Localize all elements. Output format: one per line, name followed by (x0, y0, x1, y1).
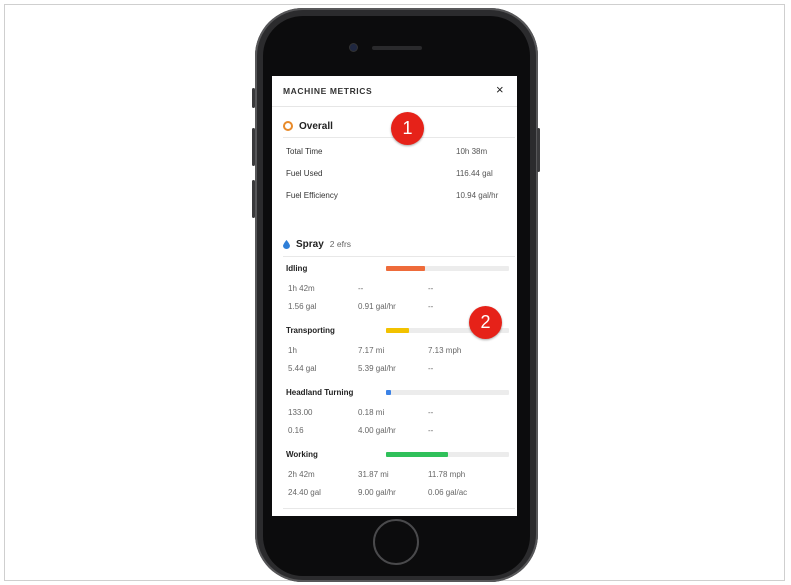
divider (283, 256, 515, 257)
metric-cell: 24.40 gal (288, 488, 321, 497)
divider (283, 508, 515, 509)
phone-silent-switch (252, 88, 255, 108)
metric-cell: 133.00 (288, 408, 313, 417)
overall-row-value: 10h 38m (456, 147, 488, 156)
idling-bar-fill (386, 266, 426, 271)
overall-row-value: 10.94 gal/hr (456, 191, 499, 200)
metric-cell: -- (428, 426, 434, 435)
working-bar-fill (386, 452, 448, 457)
headland-turning-bar-track (386, 390, 509, 395)
category-label-transporting: Transporting (286, 326, 335, 335)
metric-cell: -- (428, 364, 434, 373)
metric-cell: 31.87 mi (358, 470, 389, 479)
category-label-headland-turning: Headland Turning (286, 388, 354, 397)
metric-cell: -- (428, 284, 434, 293)
phone-volume-up-button (252, 128, 255, 166)
transporting-bar-fill (386, 328, 410, 333)
headland-turning-bar-fill (386, 390, 391, 395)
metric-cell: 5.44 gal (288, 364, 317, 373)
metric-cell: 11.78 mph (428, 470, 466, 479)
metric-cell: 1h 42m (288, 284, 315, 293)
metric-cell: 0.18 mi (358, 408, 385, 417)
metric-cell: 1.56 gal (288, 302, 317, 311)
metric-cell: 9.00 gal/hr (358, 488, 396, 497)
metric-cell: 0.16 (288, 426, 304, 435)
close-icon[interactable]: × (496, 82, 504, 97)
phone-screen: MACHINE METRICS × Overall Total Time 10h… (272, 76, 517, 516)
modal-title: MACHINE METRICS (283, 86, 373, 96)
metric-cell: 4.00 gal/hr (358, 426, 396, 435)
metric-cell: 1h (288, 346, 297, 355)
water-drop-icon (283, 239, 290, 249)
overall-row-label: Fuel Efficiency (286, 191, 338, 200)
spray-title: Spray (296, 238, 324, 250)
annotation-callout-1: 1 (391, 112, 424, 145)
metric-cell: 7.17 mi (358, 346, 385, 355)
metric-cell: -- (428, 408, 434, 417)
phone-power-button (537, 128, 540, 172)
phone-volume-down-button (252, 180, 255, 218)
overall-row-label: Fuel Used (286, 169, 323, 178)
front-camera-icon (350, 44, 357, 51)
category-label-working: Working (286, 450, 318, 459)
modal-header: MACHINE METRICS × (272, 76, 517, 107)
overall-title: Overall (299, 120, 333, 132)
metric-cell: 2h 42m (288, 470, 315, 479)
metric-cell: 5.39 gal/hr (358, 364, 396, 373)
overall-row-label: Total Time (286, 147, 323, 156)
overall-ring-icon (283, 121, 293, 131)
earpiece-speaker (372, 46, 422, 50)
spray-subtitle: 2 efrs (329, 239, 352, 249)
working-bar-track (386, 452, 509, 457)
metric-cell: 0.91 gal/hr (358, 302, 396, 311)
category-label-idling: Idling (286, 264, 308, 273)
metric-cell: 0.06 gal/ac (428, 488, 468, 497)
idling-bar-track (386, 266, 509, 271)
home-button[interactable] (373, 519, 419, 565)
overall-section-header: Overall (283, 118, 333, 134)
annotation-callout-2: 2 (469, 306, 502, 339)
spray-section-header: Spray 2 efrs (283, 236, 351, 252)
metric-cell: 7.13 mph (428, 346, 462, 355)
metric-cell: -- (358, 284, 364, 293)
overall-row-value: 116.44 gal (456, 169, 493, 178)
metric-cell: -- (428, 302, 434, 311)
